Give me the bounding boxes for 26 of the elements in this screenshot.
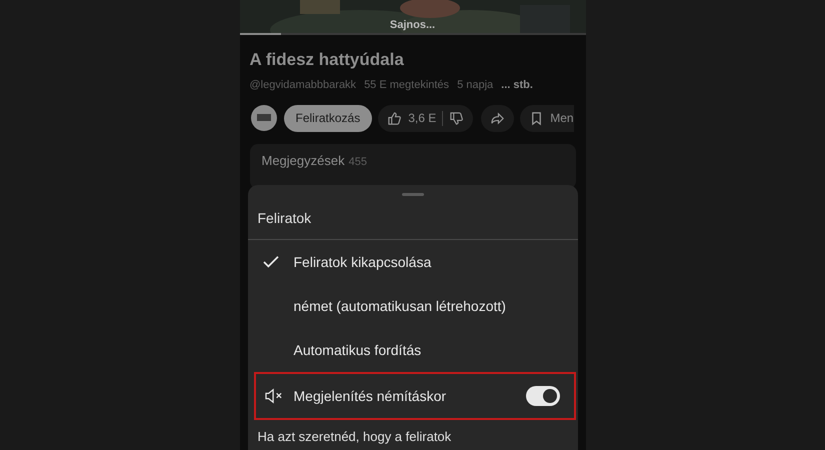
video-title: A fidesz hattyúdala xyxy=(250,50,405,70)
video-subtitle: Sajnos... xyxy=(388,19,436,31)
caption-option[interactable]: német (automatikusan létrehozott) xyxy=(248,284,578,328)
channel-avatar[interactable] xyxy=(250,104,278,132)
comments-card[interactable]: Megjegyzések 455 xyxy=(250,144,576,189)
thumbs-up-icon[interactable] xyxy=(387,110,402,126)
drag-handle[interactable] xyxy=(402,193,424,196)
caption-option[interactable]: Automatikus fordítás xyxy=(248,328,578,372)
comment-count: 455 xyxy=(348,156,367,168)
channel-name[interactable]: @legvidamabbbarakk xyxy=(250,79,356,91)
share-arrow-icon xyxy=(490,110,506,126)
view-count: 55 E megtekintés xyxy=(364,79,450,91)
subscribe-button[interactable]: Feliratkozás xyxy=(284,104,372,132)
thumbs-down-icon[interactable] xyxy=(449,110,464,126)
like-count[interactable]: 3,6 E xyxy=(408,111,436,125)
save-button[interactable]: Men xyxy=(520,104,574,132)
upload-age: 5 napja xyxy=(457,79,494,91)
comments-label: Megjegyzések xyxy=(262,153,345,168)
more-link[interactable]: ... stb. xyxy=(501,79,533,91)
toggle-switch[interactable] xyxy=(526,386,560,406)
muted-speaker-icon xyxy=(264,388,284,404)
mute-option-label: Megjelenítés némításkor xyxy=(294,388,448,404)
sheet-title: Feliratok xyxy=(256,209,312,228)
description-text: Ha azt szeretnéd, hogy a feliratok xyxy=(256,428,452,444)
caption-option[interactable]: Feliratok kikapcsolása xyxy=(248,240,578,284)
share-button[interactable] xyxy=(481,104,514,132)
